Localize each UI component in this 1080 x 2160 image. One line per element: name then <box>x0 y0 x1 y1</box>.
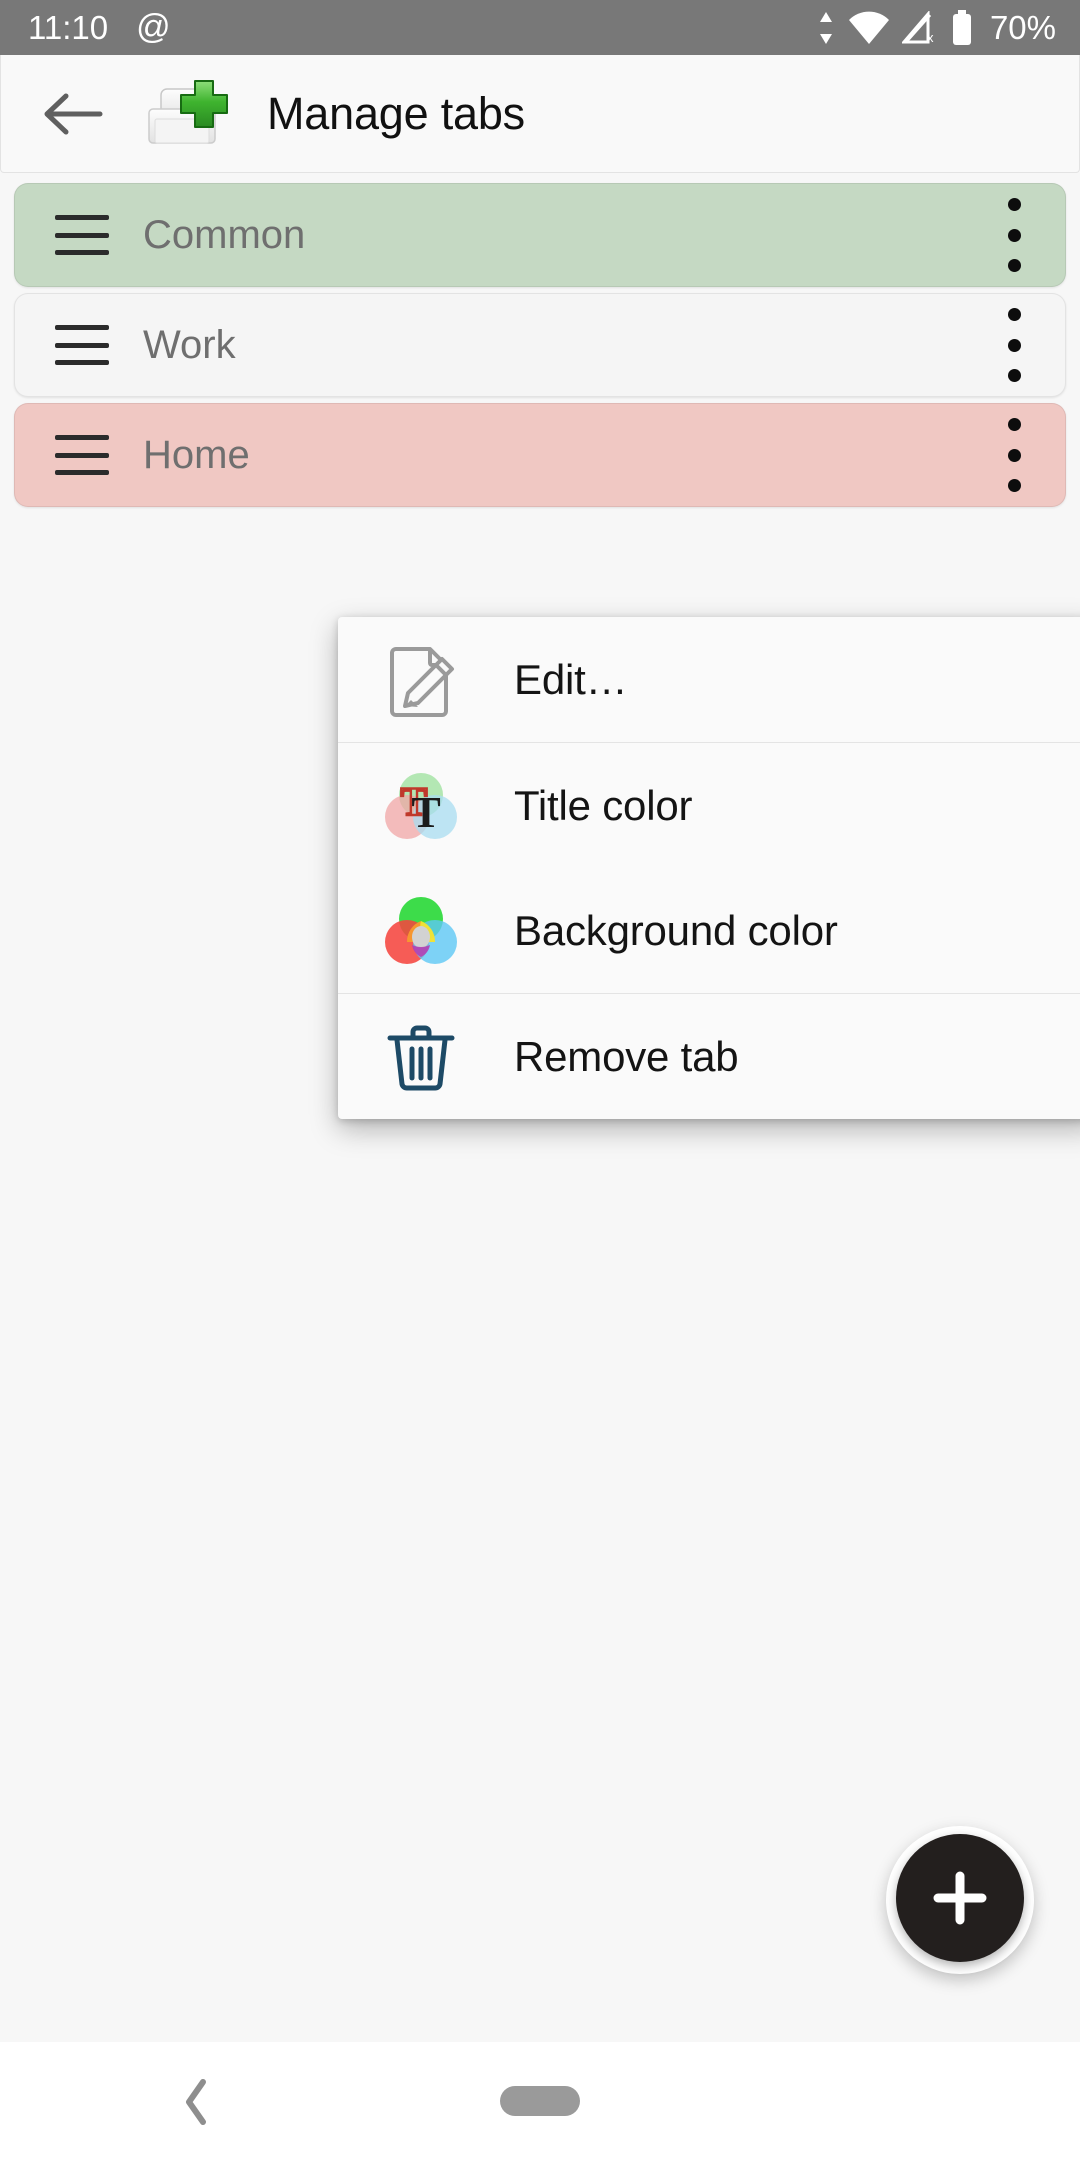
trash-can-icon <box>378 1014 464 1100</box>
battery-percent-label: 70% <box>989 8 1056 46</box>
menu-item-label: Remove tab <box>514 1032 739 1080</box>
cellular-no-signal-icon: x <box>901 10 934 45</box>
battery-icon <box>952 9 971 45</box>
data-transfer-icon <box>819 11 832 44</box>
system-navigation-bar <box>0 2042 1080 2160</box>
status-bar-icons: x 70% <box>816 9 1056 47</box>
nav-back-button[interactable] <box>175 2076 219 2133</box>
drag-handle-icon[interactable] <box>55 435 109 475</box>
table-row[interactable]: Common <box>14 183 1066 287</box>
menu-item-label: Background color <box>514 906 838 954</box>
add-tab-folder-icon <box>139 75 235 153</box>
background-color-venn-icon <box>378 888 464 974</box>
svg-text:x: x <box>927 30 934 45</box>
edit-document-pencil-icon <box>378 637 464 723</box>
app-bar: Manage tabs <box>0 55 1080 173</box>
menu-item-background-color[interactable]: Background color <box>338 868 1080 993</box>
menu-item-label: Edit… <box>514 655 628 703</box>
back-button[interactable] <box>25 66 121 162</box>
menu-item-edit[interactable]: Edit… <box>338 617 1080 742</box>
nav-home-pill[interactable] <box>500 2086 580 2116</box>
drag-handle-icon[interactable] <box>55 325 109 365</box>
add-tab-fab[interactable] <box>886 1826 1034 1974</box>
tab-name-label: Home <box>143 432 250 477</box>
screen-root: 11:10 @ x 70% Manage tabs Common Work Ho… <box>0 0 1080 2160</box>
svg-text:T: T <box>411 788 440 837</box>
drag-handle-icon[interactable] <box>55 215 109 255</box>
plus-icon <box>933 1871 987 1925</box>
nav-back-chevron-icon <box>186 2079 206 2125</box>
status-bar: 11:10 @ x 70% <box>0 0 1080 55</box>
overflow-menu-icon[interactable] <box>1007 198 1021 272</box>
title-color-venn-icon: T T <box>378 763 464 849</box>
table-row[interactable]: Home <box>14 403 1066 507</box>
status-bar-clock: 11:10 <box>28 8 109 46</box>
menu-item-remove-tab[interactable]: Remove tab <box>338 994 1080 1119</box>
overflow-menu-icon[interactable] <box>1007 418 1021 492</box>
wifi-icon <box>848 11 889 44</box>
tab-name-label: Work <box>143 322 236 367</box>
tab-context-menu: Edit… T T Title color Background color R… <box>338 617 1080 1119</box>
back-arrow-icon <box>44 93 103 134</box>
fab-circle[interactable] <box>896 1834 1024 1962</box>
tab-list: Common Work Home <box>0 183 1080 513</box>
tab-name-label: Common <box>143 212 306 257</box>
table-row[interactable]: Work <box>14 293 1066 397</box>
at-sign-icon: @ <box>136 8 171 46</box>
menu-item-title-color[interactable]: T T Title color <box>338 743 1080 868</box>
menu-item-label: Title color <box>514 781 693 829</box>
page-title: Manage tabs <box>267 87 525 139</box>
overflow-menu-icon[interactable] <box>1007 308 1021 382</box>
